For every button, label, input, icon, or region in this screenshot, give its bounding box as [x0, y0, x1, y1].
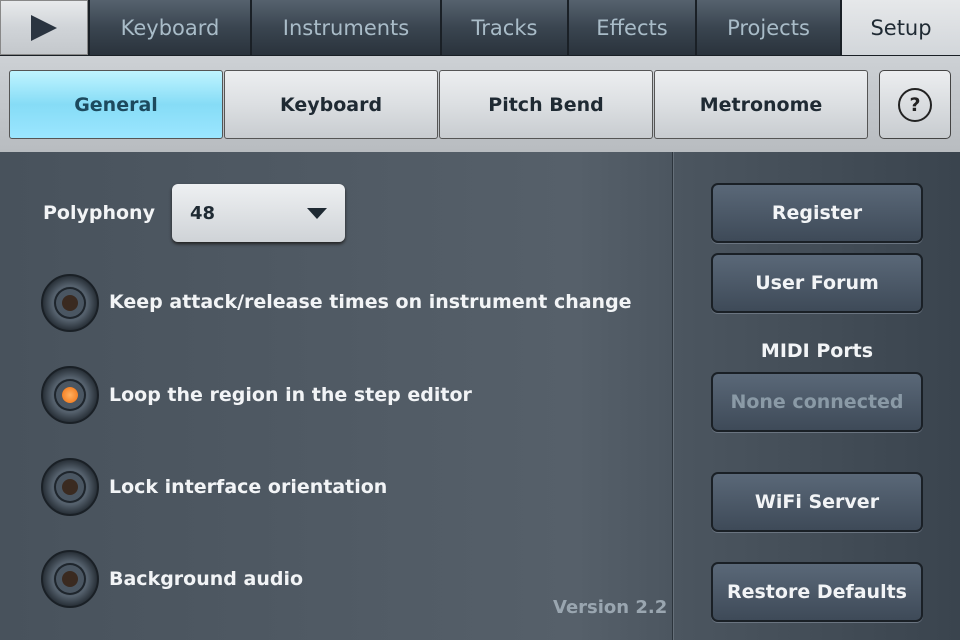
subtab-keyboard[interactable]: Keyboard	[224, 70, 438, 139]
tab-keyboard[interactable]: Keyboard	[90, 0, 250, 55]
play-button[interactable]	[0, 0, 88, 55]
subtab-metronome[interactable]: Metronome	[654, 70, 868, 139]
polyphony-label: Polyphony	[43, 202, 155, 224]
option-toggle-background-audio[interactable]	[41, 550, 99, 608]
polyphony-value: 48	[190, 202, 216, 224]
subtab-pitch-bend[interactable]: Pitch Bend	[439, 70, 653, 139]
option-label: Keep attack/release times on instrument …	[109, 291, 632, 313]
toggle-indicator	[62, 295, 78, 311]
tab-projects[interactable]: Projects	[697, 0, 840, 55]
option-toggle-lock-orientation[interactable]	[41, 458, 99, 516]
subtab-general[interactable]: General	[9, 70, 223, 139]
toggle-indicator	[62, 571, 78, 587]
user-forum-button[interactable]: User Forum	[711, 253, 923, 313]
wifi-server-button[interactable]: WiFi Server	[711, 472, 923, 532]
option-label: Background audio	[109, 568, 304, 590]
help-button[interactable]: ?	[879, 70, 951, 139]
option-toggle-keep-attack[interactable]	[41, 274, 99, 332]
option-label: Loop the region in the step editor	[109, 384, 472, 406]
toggle-indicator	[62, 479, 78, 495]
option-label: Lock interface orientation	[109, 476, 388, 498]
tab-effects[interactable]: Effects	[569, 0, 695, 55]
register-button[interactable]: Register	[711, 183, 923, 243]
divider	[672, 152, 673, 640]
tab-instruments[interactable]: Instruments	[252, 0, 440, 55]
chevron-down-icon	[307, 207, 327, 219]
restore-defaults-button[interactable]: Restore Defaults	[711, 562, 923, 622]
polyphony-dropdown[interactable]: 48	[172, 184, 345, 242]
toggle-indicator	[62, 387, 78, 403]
version-label: Version 2.2	[553, 597, 668, 618]
midi-ports-button[interactable]: None connected	[711, 372, 923, 432]
midi-ports-label: MIDI Ports	[760, 340, 874, 362]
help-icon: ?	[898, 87, 932, 122]
play-icon	[31, 14, 57, 41]
tab-tracks[interactable]: Tracks	[442, 0, 567, 55]
tab-setup[interactable]: Setup	[842, 0, 960, 55]
option-toggle-loop-region[interactable]	[41, 366, 99, 424]
